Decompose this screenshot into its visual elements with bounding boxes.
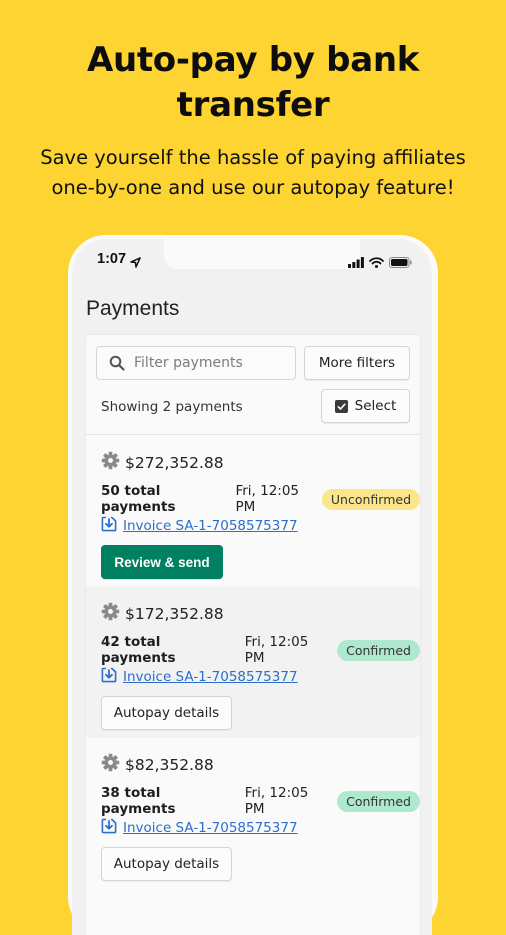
amount-row: $172,352.88: [101, 602, 224, 625]
subline-line-2: one-by-one and use our autopay feature!: [51, 176, 455, 199]
status-badge: Unconfirmed: [321, 488, 420, 510]
meta-row: 50 total payments Fri, 12:05 PM Unconfir…: [101, 483, 420, 515]
phone-screen: 1:07 Payments More filters S: [72, 239, 432, 935]
wifi-icon: [369, 253, 384, 272]
payment-amount: $172,352.88: [125, 604, 224, 623]
promo-subline: Save yourself the hassle of paying affil…: [0, 143, 506, 203]
invoice-row: Invoice SA-1-7058575377: [101, 818, 298, 838]
amount-row: $82,352.88: [101, 753, 214, 776]
status-icons: [348, 253, 412, 272]
invoice-row: Invoice SA-1-7058575377: [101, 516, 298, 536]
payment-item[interactable]: $82,352.88 38 total payments Fri, 12:05 …: [86, 738, 420, 889]
battery-icon: [389, 253, 412, 272]
gear-icon: [101, 753, 120, 776]
gear-icon: [101, 602, 120, 625]
payment-item[interactable]: $272,352.88 50 total payments Fri, 12:05…: [86, 436, 420, 587]
invoice-link[interactable]: Invoice SA-1-7058575377: [123, 669, 298, 685]
headline-line-2: transfer: [176, 85, 330, 125]
subline-line-1: Save yourself the hassle of paying affil…: [40, 146, 466, 169]
autopay-details-button[interactable]: Autopay details: [101, 696, 232, 730]
promo-headline: Auto-pay by bank transfer: [0, 38, 506, 128]
divider: [86, 434, 420, 435]
payment-amount: $272,352.88: [125, 453, 224, 472]
download-icon: [101, 516, 117, 536]
filter-payments-input-wrapper[interactable]: [96, 346, 296, 380]
total-payments: 38 total payments: [101, 785, 176, 817]
showing-count: Showing 2 payments: [101, 399, 243, 415]
payments-card: More filters Showing 2 payments Select $…: [86, 335, 420, 935]
invoice-link[interactable]: Invoice SA-1-7058575377: [123, 518, 298, 534]
checkbox-icon: [334, 399, 348, 413]
page-title: Payments: [86, 297, 180, 320]
meta-row: 38 total payments Fri, 12:05 PM Confirme…: [101, 785, 420, 817]
phone-frame: 1:07 Payments More filters S: [68, 235, 438, 935]
more-filters-button[interactable]: More filters: [304, 346, 410, 380]
phone-notch: [164, 239, 360, 269]
gear-icon: [101, 451, 120, 474]
invoice-link[interactable]: Invoice SA-1-7058575377: [123, 820, 298, 836]
status-time: 1:07: [97, 251, 127, 267]
payment-datetime: Fri, 12:05 PM: [235, 483, 300, 515]
autopay-details-button[interactable]: Autopay details: [101, 847, 232, 881]
payment-datetime: Fri, 12:05 PM: [244, 634, 309, 666]
meta-row: 42 total payments Fri, 12:05 PM Confirme…: [101, 634, 420, 666]
total-payments: 50 total payments: [101, 483, 176, 515]
review-send-button[interactable]: Review & send: [101, 545, 223, 579]
filter-payments-input[interactable]: [134, 347, 289, 379]
download-icon: [101, 818, 117, 838]
total-payments: 42 total payments: [101, 634, 176, 666]
invoice-row: Invoice SA-1-7058575377: [101, 667, 298, 687]
signal-icon: [348, 253, 364, 272]
select-label: Select: [354, 398, 397, 414]
search-icon: [109, 355, 125, 375]
payment-datetime: Fri, 12:05 PM: [244, 785, 309, 817]
status-badge: Confirmed: [337, 790, 420, 812]
payment-amount: $82,352.88: [125, 755, 214, 774]
headline-line-1: Auto-pay by bank: [86, 40, 420, 80]
status-badge: Confirmed: [337, 639, 420, 661]
select-button[interactable]: Select: [321, 389, 410, 423]
payment-item[interactable]: $172,352.88 42 total payments Fri, 12:05…: [86, 587, 420, 738]
download-icon: [101, 667, 117, 687]
location-arrow-icon: [130, 253, 141, 272]
amount-row: $272,352.88: [101, 451, 224, 474]
